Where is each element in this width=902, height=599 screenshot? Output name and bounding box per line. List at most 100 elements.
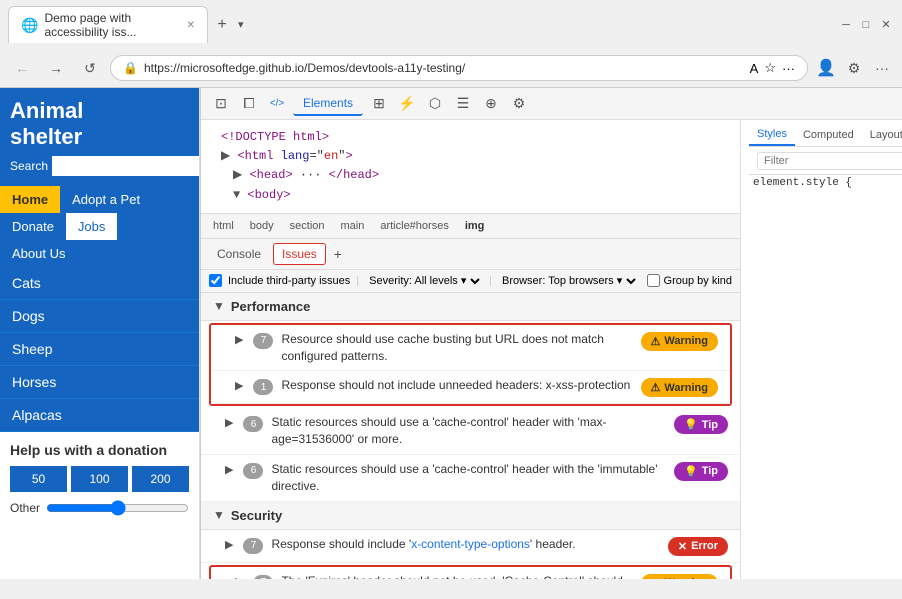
tab-close-icon[interactable]: ✕ (187, 20, 195, 31)
severity-select[interactable]: Severity: All levels ▾ (365, 274, 483, 288)
issue-row-perf-4: ▶ 6 Static resources should use a 'cache… (201, 455, 740, 502)
group-by-container: Group by kind (647, 274, 732, 287)
breadcrumb-html[interactable]: html (209, 218, 238, 234)
donate-100[interactable]: 100 (71, 466, 128, 492)
group-by-checkbox[interactable] (647, 274, 660, 287)
expand-arrow-perf-4[interactable]: ▶ (225, 463, 233, 476)
inspect-icon[interactable]: ⊡ (209, 92, 233, 116)
nav-adopt[interactable]: Adopt a Pet (60, 186, 152, 213)
expand-arrow-perf-1[interactable]: ▶ (235, 333, 243, 346)
more-button[interactable]: ··· (870, 56, 894, 80)
devtools-panel: ⊡ ⧠ </> Elements ⊞ ⚡ ⬡ ☰ ⊕ ⚙ ··· ? ✕ (200, 88, 902, 579)
nav-home[interactable]: Home (0, 186, 60, 213)
browser-tab[interactable]: 🌐 Demo page with accessibility iss... ✕ (8, 6, 208, 43)
application-icon[interactable]: ☰ (451, 92, 475, 116)
third-party-checkbox[interactable] (209, 274, 222, 287)
badge-error-sec-1[interactable]: ✕ Error (668, 537, 728, 556)
html-line[interactable]: ▶ <html lang="en"> (213, 147, 728, 166)
issue-row-perf-2: ▶ 1 Response should not include unneeded… (211, 371, 730, 404)
body-line[interactable]: ▼ <body> (213, 186, 728, 205)
performance-section-header[interactable]: ▼ Performance (201, 293, 740, 321)
search-input[interactable] (52, 156, 200, 176)
refresh-button[interactable]: ↺ (76, 54, 104, 82)
nav-about[interactable]: About Us (0, 240, 199, 267)
nav-donate[interactable]: Donate (0, 213, 66, 240)
performance-warning-group: ▶ 7 Resource should use cache busting bu… (209, 323, 732, 407)
issue-text-sec-1: Response should include 'x-content-type-… (271, 536, 659, 553)
breadcrumb-article[interactable]: article#horses (376, 218, 452, 234)
security-icon[interactable]: ⊕ (479, 92, 503, 116)
performance-arrow: ▼ (213, 299, 225, 313)
doctype-line: <!DOCTYPE html> (213, 128, 728, 147)
breadcrumb-section[interactable]: section (286, 218, 329, 234)
breadcrumb-body[interactable]: body (246, 218, 278, 234)
breadcrumb-main[interactable]: main (337, 218, 369, 234)
tab-dropdown-button[interactable]: ▾ (238, 18, 244, 31)
expand-arrow-sec-2[interactable]: ▶ (235, 575, 243, 579)
filter-bar: :hov .cls + ⊞ ↻ (749, 147, 902, 175)
donate-50[interactable]: 50 (10, 466, 67, 492)
window-controls: ─ □ ✕ (838, 17, 894, 33)
badge-tip-perf-4[interactable]: 💡 Tip (674, 462, 728, 481)
search-label: Search (10, 159, 48, 173)
security-section-header[interactable]: ▼ Security (201, 502, 740, 530)
animal-cats[interactable]: Cats (0, 267, 199, 300)
tab-title: Demo page with accessibility iss... (44, 11, 180, 39)
star-icon[interactable]: ☆ (764, 60, 776, 76)
elements-tree: <!DOCTYPE html> ▶ <html lang="en"> ▶ <he… (201, 120, 740, 214)
close-button[interactable]: ✕ (878, 17, 894, 33)
tip-icon-4: 💡 (684, 465, 698, 478)
donation-slider[interactable] (46, 500, 189, 516)
breadcrumb-img[interactable]: img (461, 218, 489, 234)
forward-button[interactable]: → (42, 54, 70, 82)
url-bar[interactable]: 🔒 https://microsoftedge.github.io/Demos/… (110, 55, 808, 81)
minimize-button[interactable]: ─ (838, 17, 854, 33)
expand-arrow-sec-1[interactable]: ▶ (225, 538, 233, 551)
animal-dogs[interactable]: Dogs (0, 300, 199, 333)
site-logo: Animal shelter (10, 98, 189, 150)
memory-icon[interactable]: ⬡ (423, 92, 447, 116)
donate-200[interactable]: 200 (132, 466, 189, 492)
animal-horses[interactable]: Horses (0, 366, 199, 399)
issue-text-perf-2: Response should not include unneeded hea… (281, 377, 632, 394)
styles-tab[interactable]: Styles (749, 124, 795, 146)
user-icon[interactable]: 👤 (814, 56, 838, 80)
issue-text-sec-2: The 'Expires' header should not be used,… (281, 573, 632, 579)
security-title: Security (231, 508, 282, 523)
devtools-right-panel: Styles Computed Layout Event Listeners :… (741, 120, 902, 579)
maximize-button[interactable]: □ (858, 17, 874, 33)
computed-tab[interactable]: Computed (795, 125, 862, 145)
new-tab-button[interactable]: + (208, 11, 236, 39)
badge-warning-sec-2[interactable]: ⚠ Warning (641, 574, 718, 579)
nav-jobs[interactable]: Jobs (66, 213, 117, 240)
issues-tab[interactable]: Issues (273, 243, 326, 265)
settings-icon[interactable]: ⚙ (842, 56, 866, 80)
new-tab-plus[interactable]: + (330, 246, 346, 262)
device-icon[interactable]: ⧠ (237, 92, 261, 116)
head-line[interactable]: ▶ <head> ··· </head> (213, 166, 728, 185)
tab-elements[interactable]: Elements (293, 92, 363, 116)
browser-select[interactable]: Browser: Top browsers ▾ (498, 274, 639, 288)
site-header: Animal shelter Search (0, 88, 199, 186)
console-tab[interactable]: Console (209, 244, 269, 264)
separator2: | (489, 275, 492, 287)
settings-cog-icon[interactable]: ⚙ (507, 92, 531, 116)
badge-warning-perf-1[interactable]: ⚠ Warning (641, 332, 718, 351)
network-icon[interactable]: ⊞ (367, 92, 391, 116)
filter-input[interactable] (757, 152, 902, 170)
animal-sheep[interactable]: Sheep (0, 333, 199, 366)
layout-tab[interactable]: Layout (862, 125, 902, 145)
back-button[interactable]: ← (8, 54, 36, 82)
performance-icon[interactable]: ⚡ (395, 92, 419, 116)
performance-title: Performance (231, 299, 310, 314)
expand-arrow-perf-2[interactable]: ▶ (235, 379, 243, 392)
translate-icon[interactable]: A (750, 61, 759, 76)
more-icon[interactable]: ··· (782, 61, 795, 76)
animal-alpacas[interactable]: Alpacas (0, 399, 199, 432)
expand-arrow-perf-3[interactable]: ▶ (225, 416, 233, 429)
elements-icon[interactable]: </> (265, 92, 289, 116)
issue-text-perf-3: Static resources should use a 'cache-con… (271, 414, 666, 448)
site-nav: Home Adopt a Pet Donate Jobs About Us (0, 186, 199, 267)
badge-warning-perf-2[interactable]: ⚠ Warning (641, 378, 718, 397)
badge-tip-perf-3[interactable]: 💡 Tip (674, 415, 728, 434)
